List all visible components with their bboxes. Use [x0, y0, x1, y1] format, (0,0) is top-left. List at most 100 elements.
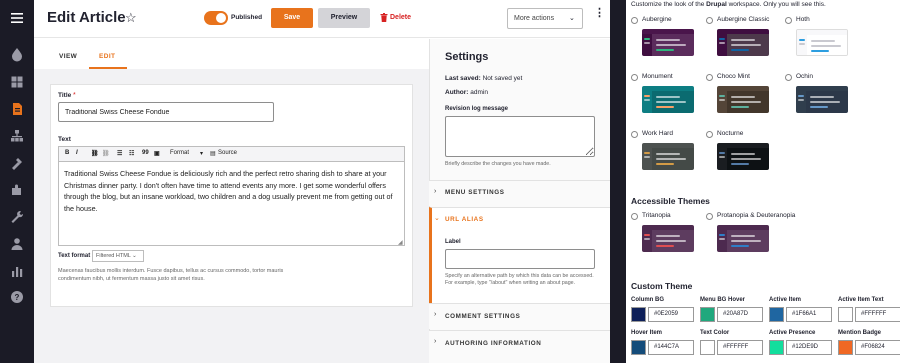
- theme-thumbnail[interactable]: [717, 29, 769, 56]
- theme-name[interactable]: Monument: [642, 73, 673, 80]
- theme-intro: Customize the look of the Drupal workspa…: [631, 1, 826, 8]
- theme-thumbnail[interactable]: [717, 225, 769, 252]
- color-hex-input[interactable]: #0E2059: [648, 307, 694, 322]
- revision-log-label: Revision log message: [445, 106, 509, 112]
- theme-radio[interactable]: [631, 213, 638, 220]
- alias-input[interactable]: [445, 249, 595, 269]
- blockquote-button[interactable]: 99: [142, 150, 149, 156]
- link-icon[interactable]: ⛓: [91, 150, 99, 157]
- resize-handle-icon[interactable]: ◢: [398, 239, 403, 246]
- theme-radio[interactable]: [706, 17, 713, 24]
- color-swatch[interactable]: [838, 340, 853, 355]
- color-swatch[interactable]: [631, 340, 646, 355]
- color-hex-input[interactable]: #F06824: [855, 340, 900, 355]
- kebab-menu-icon[interactable]: ⋮: [594, 8, 605, 19]
- chevron-down-icon: ▾: [200, 151, 204, 157]
- theme-name[interactable]: Work Hard: [642, 130, 673, 137]
- theme-thumbnail[interactable]: [642, 29, 694, 56]
- theme-thumbnail[interactable]: [717, 86, 769, 113]
- theme-name[interactable]: Tritanopia: [642, 212, 671, 219]
- hamburger-menu-icon[interactable]: [9, 10, 25, 26]
- theme-name[interactable]: Ochin: [796, 73, 813, 80]
- theme-thumbnail[interactable]: [642, 225, 694, 252]
- toggle-knob: [216, 13, 226, 23]
- revision-log-input[interactable]: [445, 116, 595, 157]
- theme-name[interactable]: Aubergine Classic: [717, 16, 769, 23]
- color-swatch[interactable]: [631, 307, 646, 322]
- color-hex-input[interactable]: #FFFFFF: [717, 340, 763, 355]
- delete-link[interactable]: Delete: [390, 14, 411, 21]
- alias-help: Specify an alternative path by which thi…: [445, 273, 594, 286]
- italic-button[interactable]: I: [76, 150, 78, 156]
- save-button[interactable]: Save: [271, 8, 313, 28]
- color-hex-input[interactable]: #20A87D: [717, 307, 763, 322]
- revision-log-help: Briefly describe the changes you have ma…: [445, 161, 551, 167]
- color-hex-input[interactable]: #FFFFFF: [855, 307, 900, 322]
- color-hex-input[interactable]: #12DE9D: [786, 340, 832, 355]
- image-icon[interactable]: ▣: [154, 150, 160, 157]
- color-swatch[interactable]: [838, 307, 853, 322]
- theme-radio[interactable]: [631, 131, 638, 138]
- color-swatch[interactable]: [700, 307, 715, 322]
- unlink-icon[interactable]: ⛓: [102, 150, 110, 157]
- trash-icon[interactable]: [380, 13, 388, 22]
- tab-view[interactable]: VIEW: [59, 53, 77, 60]
- theme-name[interactable]: Protanopia & Deuteranopia: [717, 212, 795, 219]
- preview-button[interactable]: Preview: [318, 8, 370, 28]
- theme-radio[interactable]: [631, 17, 638, 24]
- appearance-icon[interactable]: [9, 155, 25, 171]
- chevron-right-icon: ›: [434, 311, 437, 318]
- configuration-icon[interactable]: [9, 209, 25, 225]
- theme-radio[interactable]: [706, 74, 713, 81]
- bulleted-list-icon[interactable]: ☰: [117, 150, 122, 157]
- help-icon[interactable]: ?: [9, 289, 25, 305]
- text-format-select[interactable]: Filtered HTML ⌄: [92, 250, 144, 262]
- extend-icon[interactable]: [9, 182, 25, 198]
- active-tab-indicator: [89, 67, 127, 69]
- tab-edit[interactable]: EDIT: [99, 53, 115, 60]
- source-button[interactable]: Source: [218, 150, 237, 156]
- theme-thumbnail[interactable]: [642, 143, 694, 170]
- theme-name[interactable]: Hoth: [796, 16, 810, 23]
- author-label: Author:: [445, 89, 469, 96]
- theme-name[interactable]: Nocturne: [717, 130, 743, 137]
- theme-name[interactable]: Choco Mint: [717, 73, 750, 80]
- color-swatch[interactable]: [769, 340, 784, 355]
- body-text[interactable]: Traditional Swiss Cheese Fondue is delic…: [64, 168, 400, 214]
- menu-settings-label[interactable]: MENU SETTINGS: [445, 189, 505, 196]
- theme-radio[interactable]: [785, 74, 792, 81]
- format-dropdown[interactable]: Format: [170, 150, 189, 156]
- panel-divider: [610, 0, 626, 363]
- text-format-help: Maecenas faucibus mollis interdum. Fusce…: [58, 268, 284, 282]
- dashboard-icon[interactable]: [9, 74, 25, 90]
- comment-settings-label[interactable]: COMMENT SETTINGS: [445, 313, 520, 320]
- chevron-right-icon: ›: [434, 188, 437, 195]
- bold-button[interactable]: B: [65, 150, 69, 156]
- theme-radio[interactable]: [631, 74, 638, 81]
- theme-thumbnail[interactable]: [717, 143, 769, 170]
- last-saved-label: Last saved:: [445, 75, 481, 82]
- drupal-drop-icon[interactable]: [9, 46, 25, 62]
- last-saved-value: Not saved yet: [482, 75, 523, 82]
- title-input[interactable]: [58, 102, 274, 122]
- theme-thumbnail[interactable]: [642, 86, 694, 113]
- color-hex-input[interactable]: #144C7A: [648, 340, 694, 355]
- numbered-list-icon[interactable]: ☷: [129, 150, 134, 157]
- source-icon[interactable]: ▤: [210, 150, 216, 157]
- theme-thumbnail[interactable]: [796, 29, 848, 56]
- theme-radio[interactable]: [706, 131, 713, 138]
- people-icon[interactable]: [9, 236, 25, 252]
- star-icon[interactable]: ☆: [125, 10, 137, 26]
- structure-icon[interactable]: [9, 128, 25, 144]
- content-icon[interactable]: [9, 101, 25, 117]
- color-swatch[interactable]: [700, 340, 715, 355]
- url-alias-label[interactable]: URL ALIAS: [445, 216, 484, 223]
- reports-icon[interactable]: [9, 263, 25, 279]
- color-hex-input[interactable]: #1F66A1: [786, 307, 832, 322]
- color-swatch[interactable]: [769, 307, 784, 322]
- theme-name[interactable]: Aubergine: [642, 16, 672, 23]
- authoring-information-label[interactable]: AUTHORING INFORMATION: [445, 340, 541, 347]
- theme-thumbnail[interactable]: [796, 86, 848, 113]
- theme-radio[interactable]: [706, 213, 713, 220]
- theme-radio[interactable]: [785, 17, 792, 24]
